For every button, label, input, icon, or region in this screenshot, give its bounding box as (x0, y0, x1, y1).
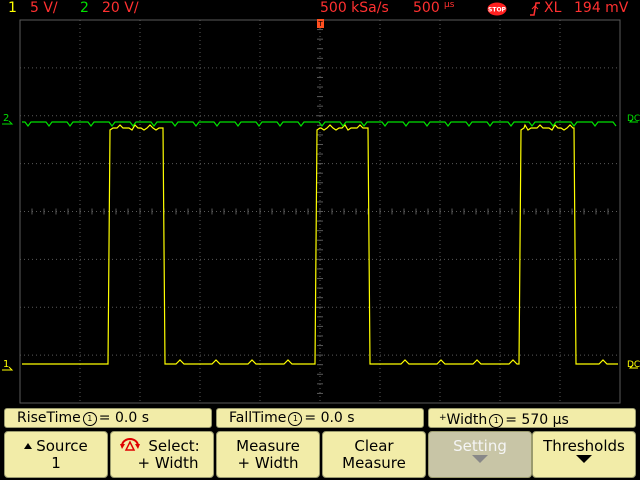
svg-text:STOP: STOP (488, 7, 507, 14)
trigger-edge-icon (530, 2, 540, 16)
ch1-coupling-indicator: DC (627, 360, 640, 370)
arrow-down-icon (576, 455, 592, 463)
arrow-down-icon (472, 455, 488, 463)
source-softkey[interactable]: Source 1 (4, 431, 108, 478)
select-softkey[interactable]: Select: + Width (110, 431, 214, 478)
falltime-value: = 0.0 s (304, 410, 355, 426)
entry-knob-icon (120, 438, 140, 451)
width-label: Width (446, 412, 488, 428)
stop-icon: STOP (487, 2, 507, 16)
waveform-display[interactable]: T 2 1 DC DC (0, 18, 640, 406)
timebase-value: 500 (413, 0, 440, 16)
source-label: Source (36, 437, 88, 455)
ch1-scale: 5 V/ (30, 0, 58, 16)
softkey-bar: Source 1 Select: + Width Measure + Width… (0, 431, 640, 480)
source-value: 1 (51, 454, 61, 472)
sample-rate: 500 kSa/s (320, 0, 389, 16)
risetime-label: RiseTime (17, 410, 81, 426)
width-value: = 570 µs (505, 412, 569, 428)
select-value: + Width (137, 454, 199, 472)
source-1-icon: 1 (288, 412, 303, 426)
svg-text:T: T (317, 20, 323, 28)
source-1-icon: 1 (489, 414, 504, 428)
falltime-label: FallTime (229, 410, 287, 426)
risetime-value: = 0.0 s (98, 410, 149, 426)
clear-measure-softkey[interactable]: Clear Measure (322, 431, 426, 478)
risetime-measurement: RiseTime 1 = 0.0 s (4, 408, 212, 428)
svg-text:1: 1 (3, 359, 9, 370)
status-bar: 1 5 V/ 2 20 V/ 500 kSa/s 500 µs STOP XL … (0, 0, 640, 18)
width-measurement: +Width 1 = 570 µs (428, 408, 636, 428)
ch1-number: 1 (8, 0, 17, 16)
timebase-unit: µs (444, 0, 455, 10)
arrow-up-icon (24, 443, 33, 449)
ch2-scale: 20 V/ (102, 0, 139, 16)
trigger-position-marker: T (317, 19, 324, 28)
measure-label: Measure (236, 437, 300, 455)
thresholds-label: Thresholds (543, 437, 625, 455)
thresholds-softkey[interactable]: Thresholds (532, 431, 636, 478)
source-1-icon: 1 (82, 412, 97, 426)
ch2-number: 2 (80, 0, 89, 16)
setting-label: Setting (453, 437, 507, 455)
svg-text:2: 2 (3, 113, 9, 124)
ch2-coupling-indicator: DC (627, 114, 640, 124)
measure-softkey[interactable]: Measure + Width (216, 431, 320, 478)
trigger-level: 194 mV (574, 0, 629, 16)
clear-label-2: Measure (342, 454, 406, 472)
falltime-measurement: FallTime 1 = 0.0 s (216, 408, 424, 428)
setting-softkey[interactable]: Setting (428, 431, 532, 478)
measurement-bar: RiseTime 1 = 0.0 s FallTime 1 = 0.0 s +Width… (0, 408, 640, 428)
trigger-mode: XL (544, 0, 562, 16)
clear-label: Clear (354, 437, 394, 455)
width-prefix: + (439, 413, 447, 423)
measure-value: + Width (237, 454, 299, 472)
